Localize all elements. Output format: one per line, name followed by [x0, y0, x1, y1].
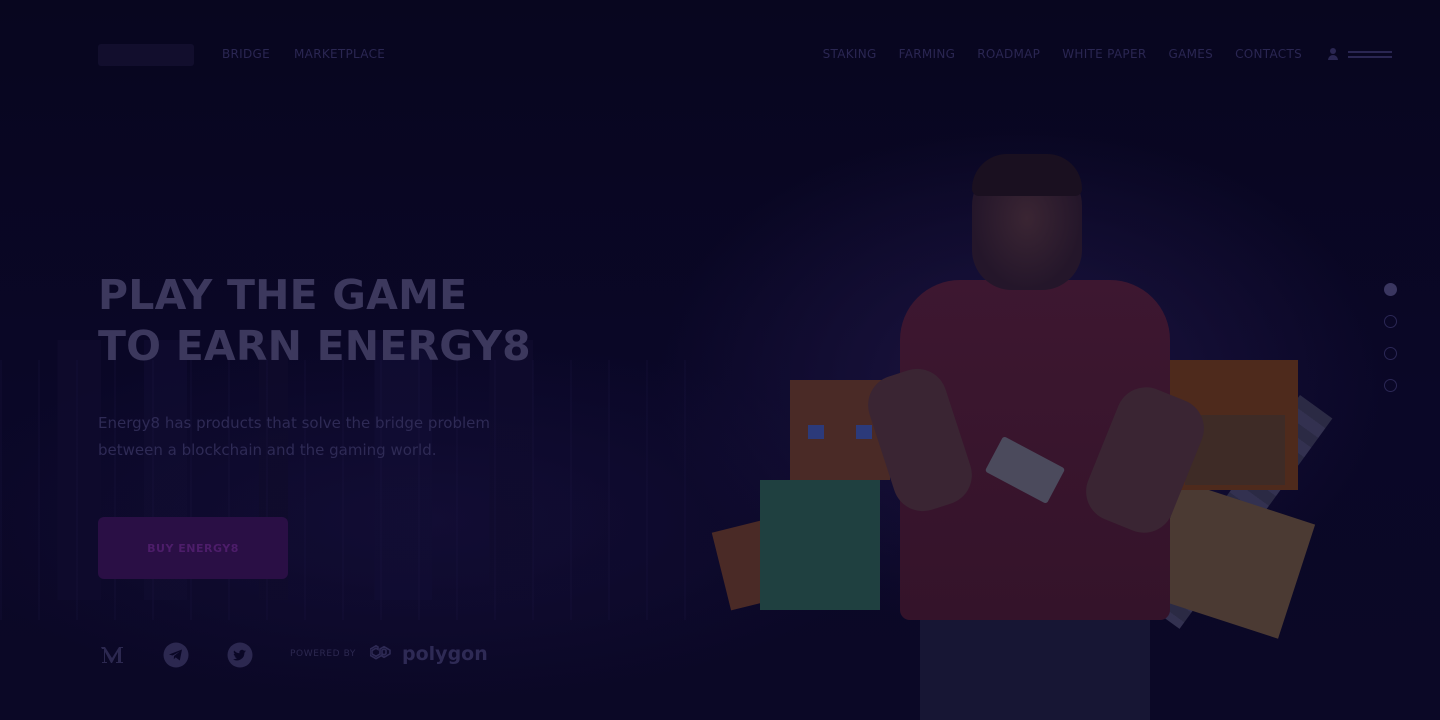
logo[interactable]	[98, 44, 194, 66]
pager-dot-3[interactable]	[1384, 347, 1397, 360]
user-icon	[1328, 48, 1338, 60]
account-button[interactable]	[1328, 48, 1392, 60]
polygon-icon	[370, 644, 391, 660]
blocky-character-body	[760, 480, 880, 610]
account-label-placeholder	[1348, 50, 1392, 58]
polygon-wordmark: polygon	[402, 643, 488, 665]
medium-icon[interactable]	[98, 642, 126, 668]
twitter-icon[interactable]	[226, 642, 254, 668]
hero-description: Energy8 has products that solve the brid…	[98, 410, 618, 464]
nav-link-contacts[interactable]: CONTACTS	[1235, 47, 1302, 61]
pager-dot-2[interactable]	[1384, 315, 1397, 328]
nav-link-games[interactable]: GAMES	[1169, 47, 1214, 61]
hero-description-line-2: between a blockchain and the gaming worl…	[98, 441, 437, 459]
primary-nav-right: STAKING FARMING ROADMAP WHITE PAPER GAME…	[823, 47, 1392, 61]
game-character-man	[860, 154, 1213, 720]
primary-nav-left: BRIDGE MARKETPLACE	[222, 47, 385, 61]
nav-link-farming[interactable]: FARMING	[899, 47, 956, 61]
pager-dot-1[interactable]	[1384, 283, 1397, 296]
nav-link-roadmap[interactable]: ROADMAP	[977, 47, 1040, 61]
blocky-character-eye	[808, 425, 824, 439]
blocky-character-eye	[856, 425, 872, 439]
background-pattern	[0, 360, 700, 620]
character-hair	[972, 154, 1082, 196]
hero-title-line-2: TO EARN ENERGY8	[98, 322, 531, 370]
hero-description-line-1: Energy8 has products that solve the brid…	[98, 414, 490, 432]
hero-title-line-1: PLAY THE GAME	[98, 271, 468, 319]
polygon-logo[interactable]: polygon	[370, 643, 488, 665]
nav-link-white-paper[interactable]: WHITE PAPER	[1062, 47, 1146, 61]
powered-by: POWERED BY polygon	[290, 643, 488, 665]
telegram-icon[interactable]	[162, 642, 190, 668]
powered-by-label: POWERED BY	[290, 649, 357, 659]
slide-pager	[1384, 283, 1397, 392]
nav-link-staking[interactable]: STAKING	[823, 47, 877, 61]
pager-dot-4[interactable]	[1384, 379, 1397, 392]
hero-title: PLAY THE GAME TO EARN ENERGY8	[98, 270, 658, 372]
buy-energy8-button[interactable]: BUY ENERGY8	[98, 517, 288, 579]
nav-link-marketplace[interactable]: MARKETPLACE	[294, 47, 385, 61]
social-links	[98, 642, 254, 668]
nav-link-bridge[interactable]: BRIDGE	[222, 47, 270, 61]
